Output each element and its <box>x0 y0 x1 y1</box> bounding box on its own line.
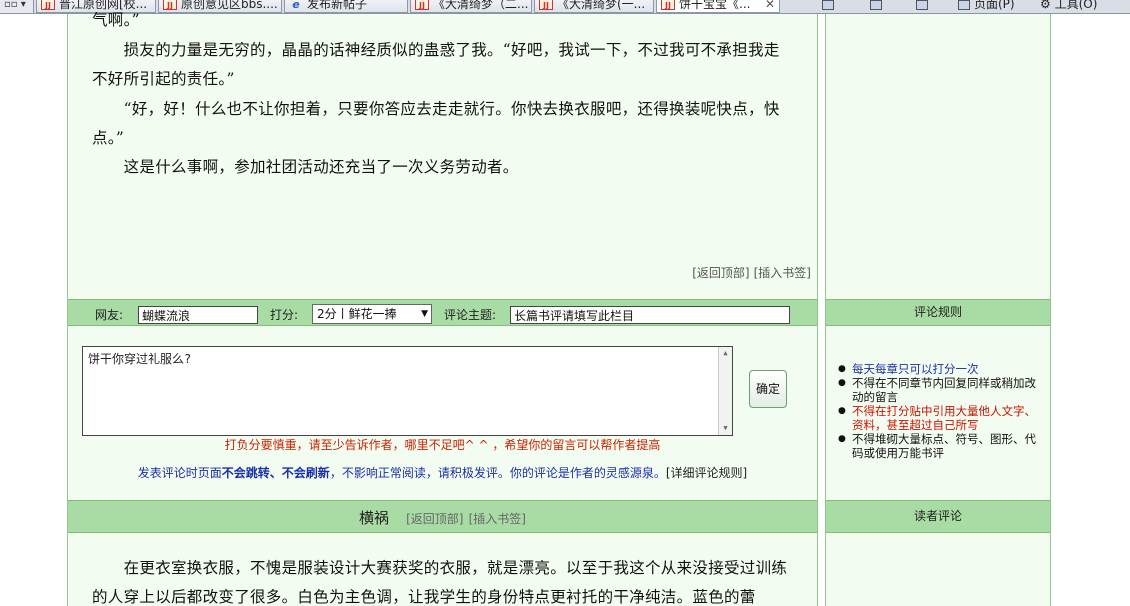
note-text: 发表评论时页面 <box>137 466 222 480</box>
page-menu-button[interactable]: 页面(P) <box>958 0 1015 13</box>
rule-item: 不得在打分贴中引用大量他人文字、资料，甚至超过自己所写 <box>838 404 1038 432</box>
tools-menu-button[interactable]: ⚙ 工具(O) <box>1040 0 1097 13</box>
reader-comments-area <box>826 533 1050 606</box>
jjwxc-favicon-icon: JJ <box>41 0 55 10</box>
rule-item: 每天每章只可以打分一次 <box>838 362 1038 376</box>
comment-note: 发表评论时页面不会跳转、不会刷新，不影响正常阅读，请积极发评。你的评论是作者的灵… <box>68 464 817 481</box>
rules-title: 评论规则 <box>913 305 962 319</box>
sidebar-top-area <box>826 14 1050 299</box>
note-bold-text: 不会跳转、不会刷新 <box>221 466 330 480</box>
rule-item: 不得在不同章节内回复同样或稍加改动的留言 <box>838 376 1038 404</box>
comment-textarea[interactable]: 饼干你穿过礼服么? ▲ ▼ <box>82 346 733 436</box>
home-button[interactable] <box>822 0 838 13</box>
score-select[interactable]: 2分丨鲜花一捧 ▼ <box>312 304 432 324</box>
feeds-button[interactable] <box>870 0 886 13</box>
rule-item: 不得堆砌大量标点、符号、图形、代码或使用万能书评 <box>838 432 1038 460</box>
paragraph: 在更衣室换衣服，不愧是服装设计大赛获奖的衣服，就是漂亮。以至于我这个从来没接受过… <box>92 559 788 606</box>
subject-input[interactable] <box>510 306 790 324</box>
tab-list-button[interactable]: ▫▫ ▾ <box>0 0 34 13</box>
tab-list-icon: ▫▫ ▾ <box>4 0 26 10</box>
insert-bookmark-link[interactable]: [插入书签] <box>469 512 526 526</box>
back-to-top-link[interactable]: [返回顶部] <box>406 512 463 526</box>
score-selected-value: 2分丨鲜花一捧 <box>317 307 397 321</box>
scroll-up-icon[interactable]: ▲ <box>719 347 732 360</box>
paragraph: 气啊。” <box>92 11 140 29</box>
back-to-top-link[interactable]: [返回顶部] <box>692 266 749 280</box>
reader-comments-bar: 读者评论 <box>826 500 1050 533</box>
note-text: ，不影响正常阅读，请积极发评。你的评论是作者的灵感源泉。 <box>329 466 666 480</box>
rules-list: 每天每章只可以打分一次 不得在不同章节内回复同样或稍加改动的留言 不得在打分贴中… <box>838 362 1038 460</box>
sidebar-column: 评论规则 每天每章只可以打分一次 不得在不同章节内回复同样或稍加改动的留言 不得… <box>825 14 1051 606</box>
feeds-icon <box>870 0 882 10</box>
chevron-down-icon: ▼ <box>421 309 428 319</box>
tools-menu-label: 工具(O) <box>1054 0 1098 11</box>
scroll-down-icon[interactable]: ▼ <box>719 422 732 435</box>
paragraph: 损友的力量是无穷的，晶晶的话神经质似的蛊惑了我。“好吧，我试一下，不过我可不承担… <box>92 41 780 88</box>
rules-area: 每天每章只可以打分一次 不得在不同章节内回复同样或稍加改动的留言 不得在打分贴中… <box>826 326 1050 500</box>
gear-icon: ⚙ <box>1040 0 1055 11</box>
main-column: 气啊。” 损友的力量是无穷的，晶晶的话神经质似的蛊惑了我。“好吧，我试一下，不过… <box>67 11 818 606</box>
comment-form-bar: 网友: 打分: 2分丨鲜花一捧 ▼ 评论主题: <box>68 299 817 326</box>
chapter-title: 横祸 <box>359 509 390 527</box>
netizen-name-input[interactable] <box>138 306 258 324</box>
chapter-text-area: 气啊。” 损友的力量是无穷的，晶晶的话神经质似的蛊惑了我。“好吧，我试一下，不过… <box>68 11 817 299</box>
confirm-button[interactable]: 确定 <box>749 370 787 408</box>
rules-detail-link[interactable]: [详细评论规则] <box>666 466 747 480</box>
netizen-label: 网友: <box>95 308 124 322</box>
score-warning: 打负分要慎重，请至少告诉作者，哪里不足吧^ ^ ，希望你的留言可以帮作者提高 <box>224 438 661 452</box>
comment-text: 饼干你穿过礼服么? <box>88 352 192 366</box>
print-button[interactable] <box>916 0 932 13</box>
page-menu-label: 页面(P) <box>974 0 1015 11</box>
home-icon <box>822 0 834 10</box>
page-icon <box>958 0 970 10</box>
comment-area: 饼干你穿过礼服么? ▲ ▼ 确定 打负分要慎重，请至少告诉作者，哪里不足吧^ ^… <box>68 326 817 500</box>
print-icon <box>916 0 928 10</box>
next-chapter-text: 在更衣室换衣服，不愧是服装设计大赛获奖的衣服，就是漂亮。以至于我这个从来没接受过… <box>68 533 817 606</box>
reader-comments-title: 读者评论 <box>913 509 962 523</box>
subject-label: 评论主题: <box>444 308 497 322</box>
score-label: 打分: <box>270 308 299 322</box>
textarea-scrollbar[interactable]: ▲ ▼ <box>718 347 732 435</box>
chapter-title-bar: 横祸 [返回顶部] [插入书签] <box>68 500 817 533</box>
paragraph: “好，好！什么也不让你担着，只要你答应去走走就行。你快去换衣服吧，还得换装呢快点… <box>92 100 780 147</box>
rules-title-bar: 评论规则 <box>826 299 1050 326</box>
article-links: [返回顶部] [插入书签] <box>688 264 811 281</box>
paragraph: 这是什么事啊，参加社团活动还充当了一次义务劳动者。 <box>92 158 519 176</box>
insert-bookmark-link[interactable]: [插入书签] <box>754 266 811 280</box>
